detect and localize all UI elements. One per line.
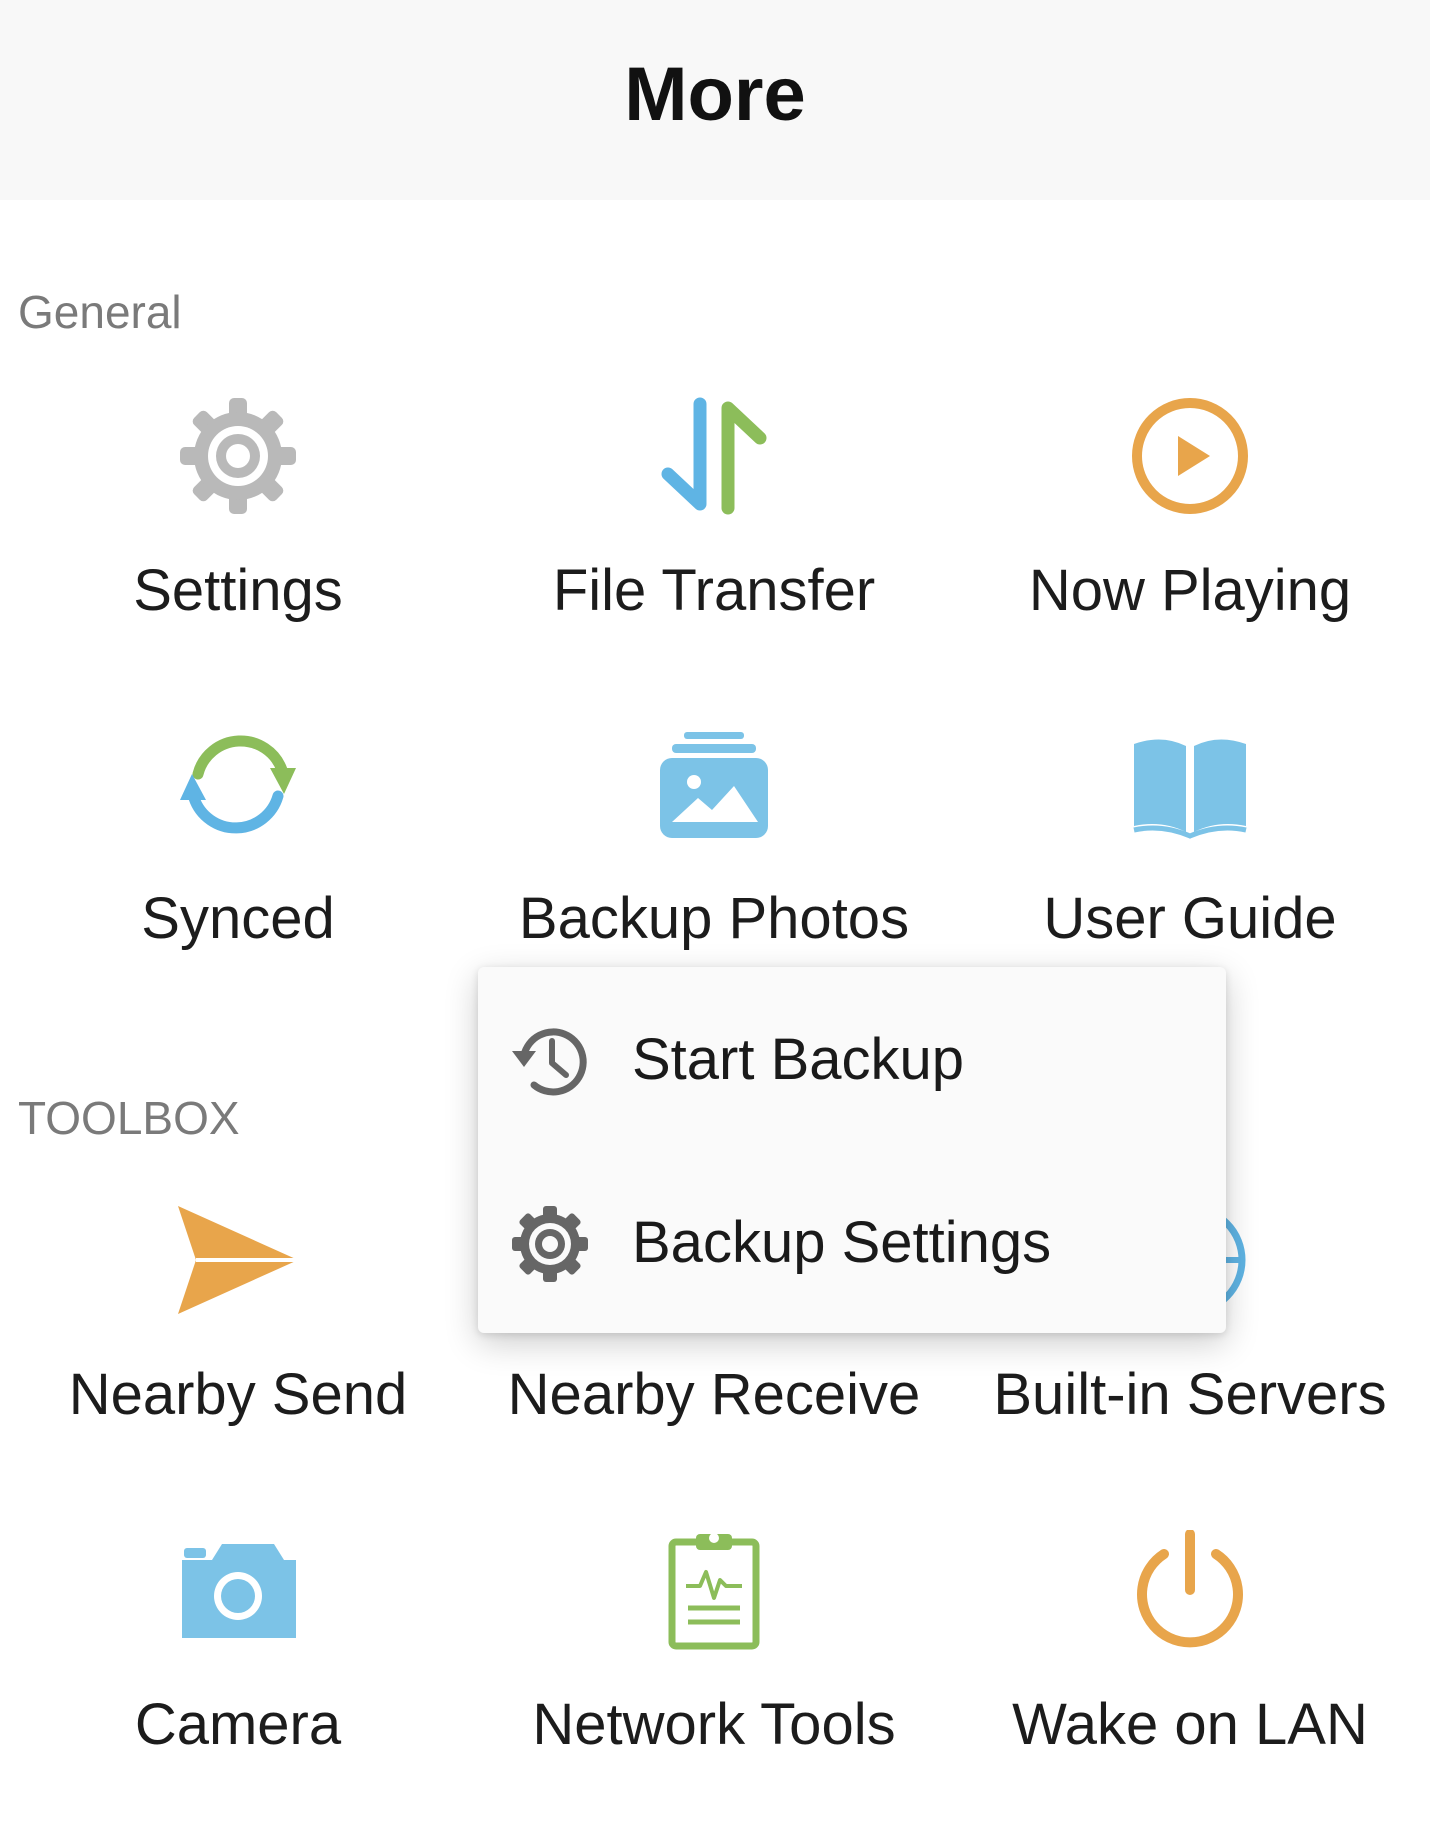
sync-icon	[178, 724, 298, 844]
transfer-arrows-icon	[654, 396, 774, 516]
start-backup-label: Start Backup	[632, 1027, 965, 1092]
section-label-toolbox: TOOLBOX	[18, 1092, 240, 1144]
start-backup-menu-item[interactable]: Start Backup	[478, 967, 1226, 1150]
settings-label: Settings	[133, 558, 343, 623]
clipboard-pulse-icon	[654, 1530, 774, 1650]
wake-on-lan-tile[interactable]: Wake on LAN	[952, 1530, 1428, 1830]
gear-icon	[178, 396, 298, 516]
backup-photos-label: Backup Photos	[518, 886, 910, 951]
now-playing-label: Now Playing	[1028, 558, 1352, 623]
built-in-servers-label: Built-in Servers	[993, 1362, 1387, 1427]
network-tools-tile[interactable]: Network Tools	[476, 1530, 952, 1830]
backup-settings-label: Backup Settings	[632, 1210, 1052, 1275]
history-clock-icon	[510, 1021, 590, 1101]
page-title: More	[624, 52, 806, 137]
section-label-general: General	[18, 286, 182, 338]
settings-tile[interactable]: Settings	[0, 396, 476, 696]
paper-plane-icon	[178, 1200, 298, 1320]
file-transfer-tile[interactable]: File Transfer	[476, 396, 952, 696]
synced-tile[interactable]: Synced	[0, 724, 476, 1024]
backup-photos-popup-menu: Start Backup Backup Settings	[478, 967, 1226, 1333]
app-header: More	[0, 0, 1430, 200]
wake-on-lan-label: Wake on LAN	[1012, 1692, 1368, 1757]
gear-icon	[510, 1204, 590, 1284]
open-book-icon	[1130, 724, 1250, 844]
user-guide-label: User Guide	[1043, 886, 1337, 951]
file-transfer-label: File Transfer	[552, 558, 876, 623]
photo-stack-icon	[654, 724, 774, 844]
nearby-send-tile[interactable]: Nearby Send	[0, 1200, 476, 1500]
camera-label: Camera	[134, 1692, 342, 1757]
nearby-send-label: Nearby Send	[68, 1362, 408, 1427]
nearby-receive-label: Nearby Receive	[507, 1362, 921, 1427]
synced-label: Synced	[141, 886, 335, 951]
now-playing-tile[interactable]: Now Playing	[952, 396, 1428, 696]
play-circle-icon	[1130, 396, 1250, 516]
power-icon	[1130, 1530, 1250, 1650]
network-tools-label: Network Tools	[532, 1692, 896, 1757]
camera-icon	[178, 1530, 298, 1650]
backup-settings-menu-item[interactable]: Backup Settings	[478, 1150, 1226, 1333]
camera-tile[interactable]: Camera	[0, 1530, 476, 1830]
